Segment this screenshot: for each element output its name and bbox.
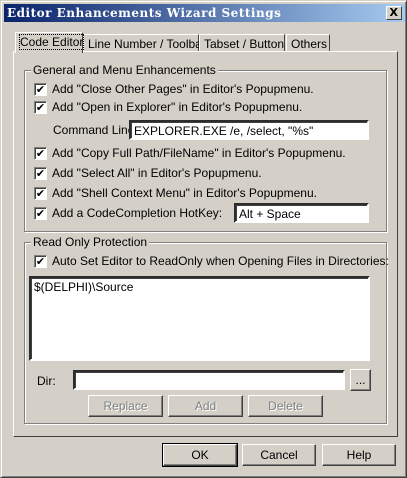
tab-panel: General and Menu Enhancements ✔ Add "Clos… — [13, 51, 398, 437]
group-title: Read Only Protection — [31, 235, 150, 249]
checkbox-icon: ✔ — [34, 146, 47, 160]
dialog-window: Editor Enhancements Wizard Settings X Co… — [0, 0, 407, 478]
close-other-checkbox[interactable]: ✔ Add "Close Other Pages" in Editor's Pop… — [34, 82, 314, 96]
checkbox-label: Auto Set Editor to ReadOnly when Opening… — [52, 254, 389, 268]
help-button[interactable]: Help — [322, 444, 396, 466]
checkbox-label: Add "Copy Full Path/FileName" in Editor'… — [52, 146, 346, 160]
window-title: Editor Enhancements Wizard Settings — [7, 6, 282, 20]
readonly-group: Read Only Protection ✔ Auto Set Editor to… — [24, 235, 389, 424]
checkbox-icon: ✔ — [34, 254, 47, 268]
tab-label: Code Editor — [18, 34, 85, 50]
directory-list[interactable]: $(DELPHI)\Source — [29, 276, 370, 361]
checkbox-label: Add "Open in Explorer" in Editor's Popup… — [52, 100, 303, 114]
tab-others[interactable]: Others — [286, 34, 330, 52]
list-item[interactable]: $(DELPHI)\Source — [34, 280, 365, 294]
shell-menu-checkbox[interactable]: ✔ Add "Shell Context Menu" in Editor's Po… — [34, 186, 317, 200]
checkbox-label: Add "Close Other Pages" in Editor's Popu… — [52, 82, 314, 96]
checkbox-icon: ✔ — [34, 206, 47, 220]
tab-line-number-toolbar[interactable]: Line Number / Toolbar — [83, 34, 206, 52]
select-all-checkbox[interactable]: ✔ Add "Select All" in Editor's Popupmenu. — [34, 166, 262, 180]
checkbox-icon: ✔ — [34, 100, 47, 114]
hotkey-input[interactable]: Alt + Space — [234, 203, 369, 223]
ok-button[interactable]: OK — [162, 443, 238, 467]
checkbox-icon: ✔ — [34, 82, 47, 96]
checkbox-icon: ✔ — [34, 166, 47, 180]
add-button[interactable]: Add — [168, 395, 243, 417]
title-bar: Editor Enhancements Wizard Settings X — [4, 4, 405, 22]
cancel-button[interactable]: Cancel — [242, 444, 316, 466]
group-title: General and Menu Enhancements — [31, 63, 218, 77]
tab-tabset-button[interactable]: Tabset / Button — [199, 34, 285, 52]
checkbox-icon: ✔ — [34, 186, 47, 200]
command-line-label: Command Line: — [53, 123, 138, 137]
replace-button[interactable]: Replace — [88, 395, 163, 417]
checkbox-label: Add "Shell Context Menu" in Editor's Pop… — [52, 186, 317, 200]
close-button[interactable]: X — [386, 6, 402, 20]
auto-readonly-checkbox[interactable]: ✔ Auto Set Editor to ReadOnly when Openin… — [34, 254, 389, 268]
hotkey-checkbox[interactable]: ✔ Add a CodeCompletion HotKey: — [34, 206, 222, 220]
dir-label: Dir: — [37, 374, 56, 388]
tab-code-editor[interactable]: Code Editor — [15, 32, 85, 53]
dir-input[interactable] — [73, 370, 345, 390]
open-explorer-checkbox[interactable]: ✔ Add "Open in Explorer" in Editor's Popu… — [34, 100, 302, 114]
command-line-input[interactable]: EXPLORER.EXE /e, /select, "%s" — [129, 120, 369, 140]
checkbox-label: Add "Select All" in Editor's Popupmenu. — [52, 166, 262, 180]
copy-path-checkbox[interactable]: ✔ Add "Copy Full Path/FileName" in Editor… — [34, 146, 346, 160]
browse-button[interactable]: ... — [350, 369, 371, 391]
general-group: General and Menu Enhancements ✔ Add "Clos… — [24, 63, 387, 232]
checkbox-label: Add a CodeCompletion HotKey: — [52, 206, 223, 220]
delete-button[interactable]: Delete — [248, 395, 323, 417]
